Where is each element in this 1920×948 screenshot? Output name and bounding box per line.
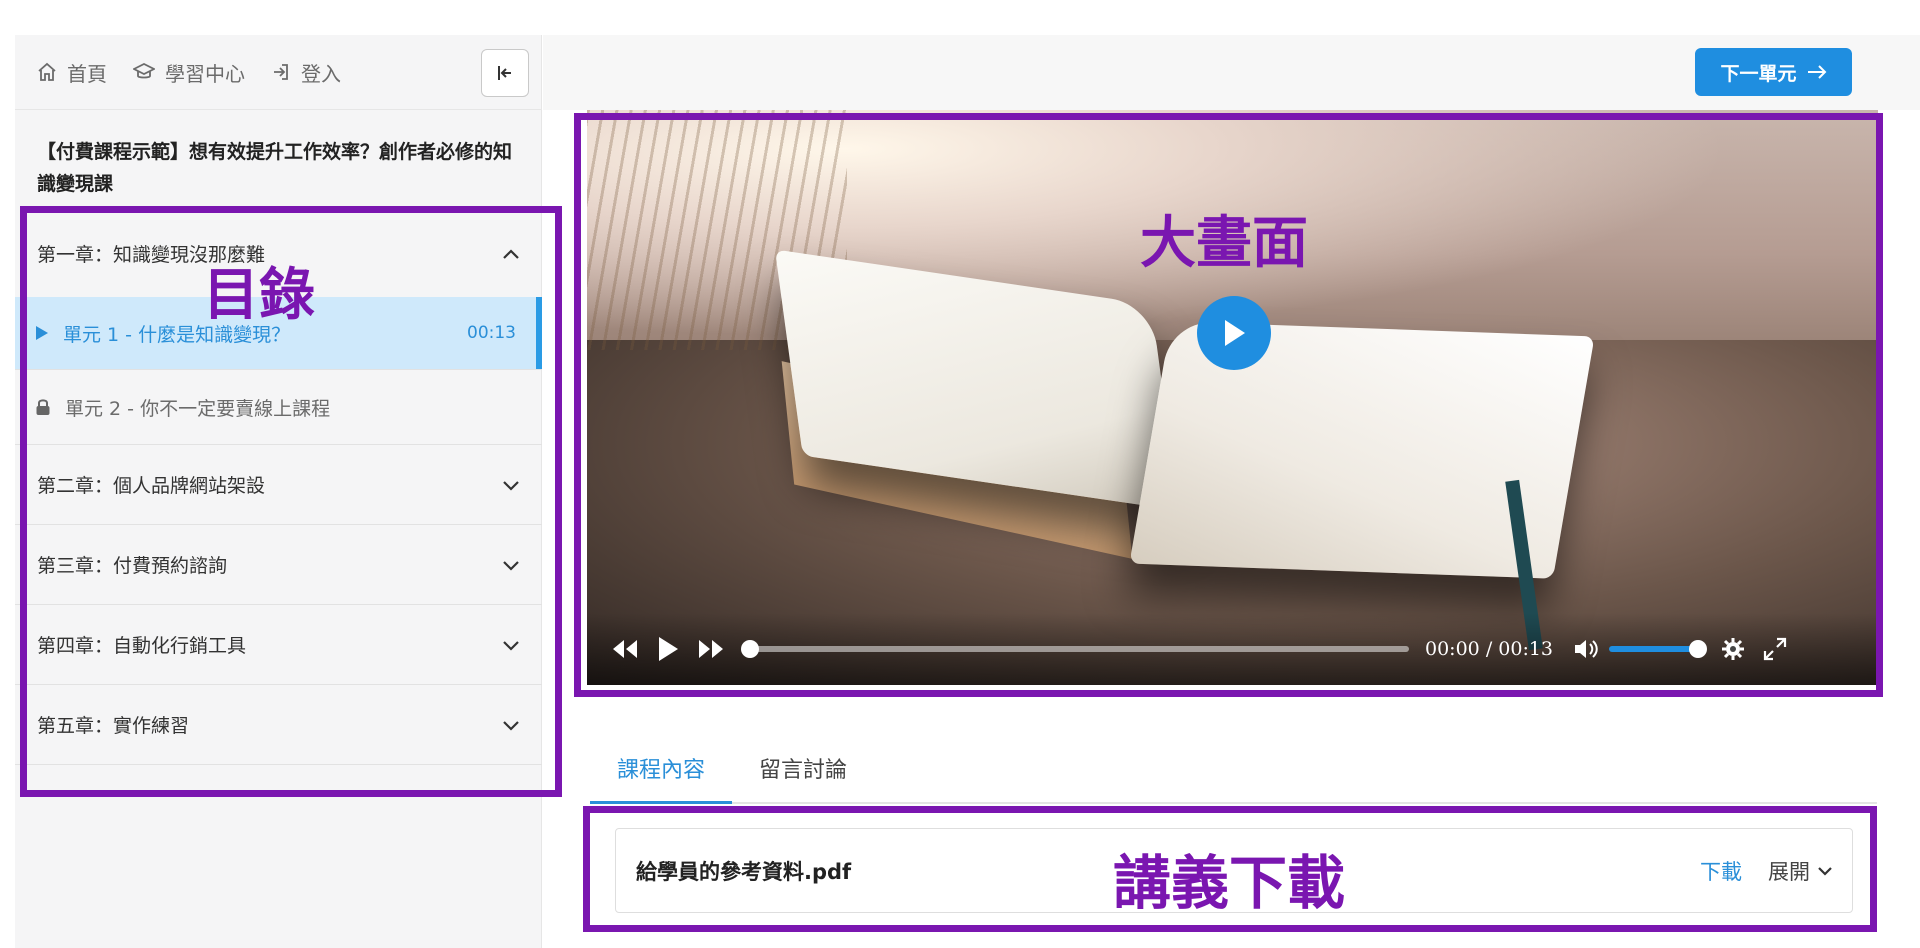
content-tabs: 課程內容 留言討論 [590,740,1877,804]
fast-forward-button[interactable] [697,638,725,660]
chevron-down-icon [1818,866,1832,876]
nav-home-link[interactable]: 首頁 [37,58,107,87]
tab-discussion[interactable]: 留言討論 [732,752,874,802]
login-icon [274,64,288,80]
chevron-down-icon [503,480,519,491]
chapter-label: 第二章：個人品牌網站架設 [37,475,266,497]
play-icon [36,326,48,340]
progress-handle[interactable] [741,640,759,658]
current-time: 00:00 [1425,638,1480,660]
nav-learning-center-label: 學習中心 [165,61,245,86]
chapter-label: 第三章：付費預約諮詢 [37,555,228,577]
fast-forward-icon [699,640,723,658]
chevron-down-icon [503,720,519,731]
progress-bar[interactable] [741,640,1409,658]
graduation-cap-icon [133,62,155,79]
expand-button[interactable]: 展開 [1768,856,1832,886]
annotation-label-handout: 講義下載 [1113,849,1346,917]
play-button[interactable] [657,636,679,662]
chevron-up-icon [503,248,519,259]
play-icon [659,637,678,661]
total-duration: 00:13 [1498,638,1554,660]
chapter-5-header[interactable]: 第五章：實作練習 [15,685,542,765]
annotation-label-toc: 目錄 [203,263,315,328]
settings-icon [1722,638,1745,660]
chevron-down-icon [503,640,519,651]
chapter-4-header[interactable]: 第四章：自動化行銷工具 [15,605,542,685]
download-link[interactable]: 下載 [1700,856,1742,886]
nav-login-link[interactable]: 登入 [271,58,341,87]
next-unit-label: 下一單元 [1720,62,1797,85]
arrow-right-icon [1807,65,1826,79]
top-bar: 下一單元 [543,35,1920,110]
nav-home-label: 首頁 [67,61,107,86]
chapter-2-header[interactable]: 第二章：個人品牌網站架設 [15,445,542,525]
annotation-label-video: 大畫面 [1140,211,1308,276]
player-controls: 00:00 / 00:13 [587,613,1878,685]
expand-label: 展開 [1768,859,1810,884]
fullscreen-icon [1763,637,1787,661]
chapter-label: 第四章：自動化行銷工具 [37,635,247,657]
course-sidebar: 首頁 學習中心 登入 【付費課程示範】想有效提升工作效率？創作者必修的知識變現課… [15,35,542,948]
settings-button[interactable] [1721,637,1745,661]
time-display: 00:00 / 00:13 [1425,638,1553,660]
sidebar-nav: 首頁 學習中心 登入 [15,35,541,110]
nav-login-label: 登入 [301,61,341,86]
volume-slider[interactable] [1609,640,1708,658]
tab-course-content[interactable]: 課程內容 [590,752,733,804]
chapter-label: 第五章：實作練習 [37,715,190,737]
volume-handle[interactable] [1689,640,1708,658]
next-unit-button[interactable]: 下一單元 [1695,48,1852,96]
unit-duration: 00:13 [467,323,516,343]
lock-icon [36,399,50,415]
chevron-down-icon [503,560,519,571]
collapse-sidebar-button[interactable] [481,49,529,97]
fullscreen-button[interactable] [1763,637,1787,661]
big-play-button[interactable] [1197,296,1271,370]
nav-learning-center-link[interactable]: 學習中心 [133,58,245,87]
video-player[interactable]: 00:00 / 00:13 [587,110,1878,685]
time-separator: / [1485,638,1493,660]
mute-button[interactable] [1573,638,1599,660]
chapter-3-header[interactable]: 第三章：付費預約諮詢 [15,525,542,605]
play-icon [1225,320,1245,346]
rewind-icon [613,640,637,658]
collapse-sidebar-icon [498,66,511,80]
rewind-button[interactable] [611,638,639,660]
unit-2-item[interactable]: 單元 2 - 你不一定要賣線上課程 [15,370,542,445]
volume-icon [1575,640,1598,658]
unit-label: 單元 2 - 你不一定要賣線上課程 [65,397,331,420]
home-icon [38,62,56,81]
